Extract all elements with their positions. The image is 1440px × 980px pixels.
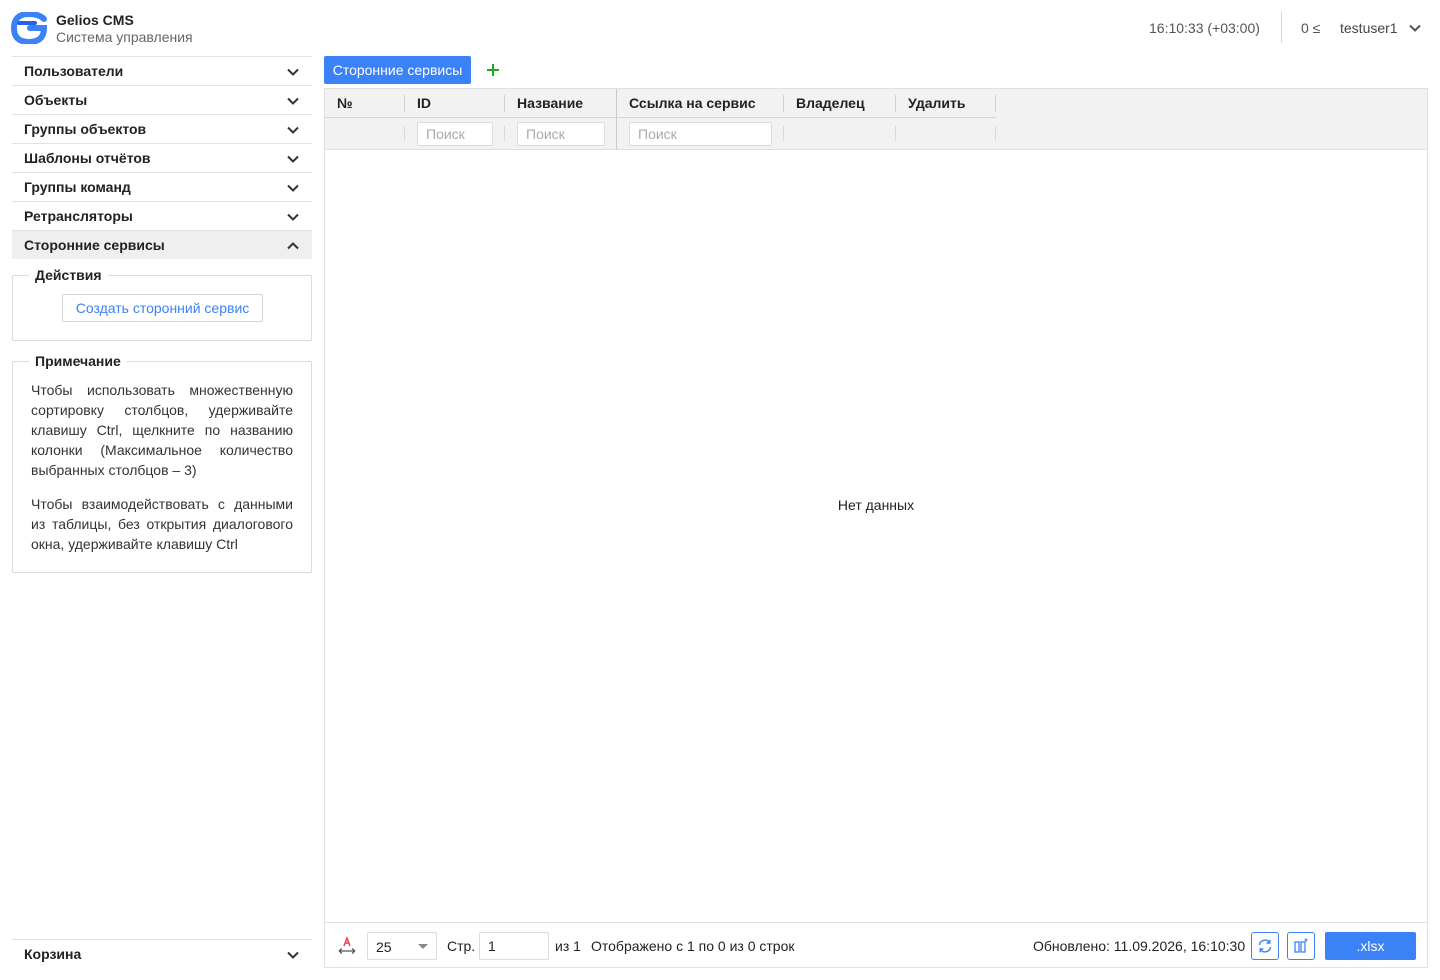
chevron-down-icon <box>287 97 299 105</box>
app-subtitle: Система управления <box>56 29 193 45</box>
sidebar-item-label: Группы команд <box>24 179 131 195</box>
page-label: Стр. <box>447 938 476 954</box>
column-header-delete[interactable]: Удалить <box>908 95 965 111</box>
page-number-input[interactable] <box>479 932 549 960</box>
page-size-select[interactable]: 25 <box>367 932 437 960</box>
link-search-input[interactable] <box>629 122 772 146</box>
last-updated: Обновлено: 11.09.2026, 16:10:30 <box>1033 938 1246 954</box>
column-divider <box>895 95 896 112</box>
page-size-value: 25 <box>376 939 392 955</box>
user-menu-name[interactable]: testuser1 <box>1340 20 1398 36</box>
filter-divider <box>783 126 784 141</box>
column-header-owner[interactable]: Владелец <box>796 95 865 111</box>
sidebar-item-report-templates[interactable]: Шаблоны отчётов <box>12 143 312 172</box>
server-clock: 16:10:33 (+03:00) <box>1149 20 1260 36</box>
app-title: Gelios CMS <box>56 12 134 28</box>
sidebar-item-label: Корзина <box>24 946 82 962</box>
note-panel: Примечание Чтобы использовать множествен… <box>12 353 312 573</box>
sidebar-item-command-groups[interactable]: Группы команд <box>12 172 312 201</box>
gelios-logo-icon <box>10 10 48 46</box>
chevron-down-icon <box>287 68 299 76</box>
sidebar-item-third-party-services[interactable]: Сторонние сервисы <box>12 230 312 259</box>
sidebar-item-label: Группы объектов <box>24 121 147 137</box>
chevron-down-icon <box>287 213 299 221</box>
note-title: Примечание <box>29 353 127 369</box>
column-divider <box>995 95 996 112</box>
note-paragraph: Чтобы использовать множественную сортиро… <box>31 382 293 478</box>
chevron-down-icon <box>287 184 299 192</box>
sidebar-item-label: Пользователи <box>24 63 124 79</box>
plus-icon[interactable] <box>484 61 502 79</box>
columns-icon <box>1294 938 1308 953</box>
sidebar-item-users[interactable]: Пользователи <box>12 56 312 85</box>
tab-third-party-services[interactable]: Сторонние сервисы <box>324 56 471 84</box>
sidebar-item-label: Ретрансляторы <box>24 208 133 224</box>
actions-title: Действия <box>29 267 108 283</box>
filter-divider <box>404 126 405 141</box>
app-header: Gelios CMS Система управления 16:10:33 (… <box>0 0 1440 56</box>
column-divider <box>783 95 784 112</box>
export-xlsx-button[interactable]: .xlsx <box>1325 932 1416 960</box>
rows-shown-info: Отображено с 1 по 0 из 0 строк <box>591 938 795 954</box>
column-header-service-link[interactable]: Ссылка на сервис <box>629 95 756 111</box>
empty-state-text: Нет данных <box>837 497 915 513</box>
refresh-button[interactable] <box>1251 932 1279 960</box>
sidebar-nav: Пользователи Объекты Группы объектов Шаб… <box>12 56 312 259</box>
header-divider <box>1281 12 1282 43</box>
id-search-input[interactable] <box>417 122 493 146</box>
sidebar-item-objects[interactable]: Объекты <box>12 85 312 114</box>
page-count: из 1 <box>555 938 581 954</box>
pinned-columns-divider <box>616 89 617 150</box>
column-divider <box>404 95 405 112</box>
table-footer: 25 Стр. из 1 Отображено с 1 по 0 из 0 ст… <box>325 922 1427 967</box>
chevron-down-icon <box>287 155 299 163</box>
note-paragraph: Чтобы взаимодействовать с данными из таб… <box>31 496 293 552</box>
name-search-input[interactable] <box>517 122 605 146</box>
header-row-divider <box>325 117 996 118</box>
chevron-down-icon <box>287 951 299 959</box>
columns-settings-button[interactable] <box>1287 932 1315 960</box>
sidebar-item-retranslators[interactable]: Ретрансляторы <box>12 201 312 230</box>
filter-divider <box>895 126 896 141</box>
sidebar-item-label: Сторонние сервисы <box>24 237 165 253</box>
caret-down-icon <box>418 944 428 949</box>
font-size-icon[interactable] <box>337 936 357 956</box>
create-service-button[interactable]: Создать сторонний сервис <box>62 294 263 322</box>
actions-panel: Действия Создать сторонний сервис <box>12 267 312 341</box>
notifications-counter[interactable]: 0 ≤ <box>1301 20 1320 36</box>
filter-divider <box>995 126 996 141</box>
services-table: № ID Название Ссылка на сервис Владелец … <box>324 88 1428 968</box>
refresh-icon <box>1258 939 1272 953</box>
table-header: № ID Название Ссылка на сервис Владелец … <box>325 89 1427 150</box>
column-header-name[interactable]: Название <box>517 95 583 111</box>
chevron-down-icon <box>287 126 299 134</box>
filter-divider <box>504 126 505 141</box>
column-header-number[interactable]: № <box>337 95 353 111</box>
column-divider <box>504 95 505 112</box>
column-header-id[interactable]: ID <box>417 95 431 111</box>
sidebar-item-label: Объекты <box>24 92 88 108</box>
sidebar-item-object-groups[interactable]: Группы объектов <box>12 114 312 143</box>
chevron-up-icon <box>287 242 299 250</box>
sidebar-item-basket[interactable]: Корзина <box>12 939 312 968</box>
sidebar-item-label: Шаблоны отчётов <box>24 150 151 166</box>
chevron-down-icon[interactable] <box>1408 21 1422 35</box>
